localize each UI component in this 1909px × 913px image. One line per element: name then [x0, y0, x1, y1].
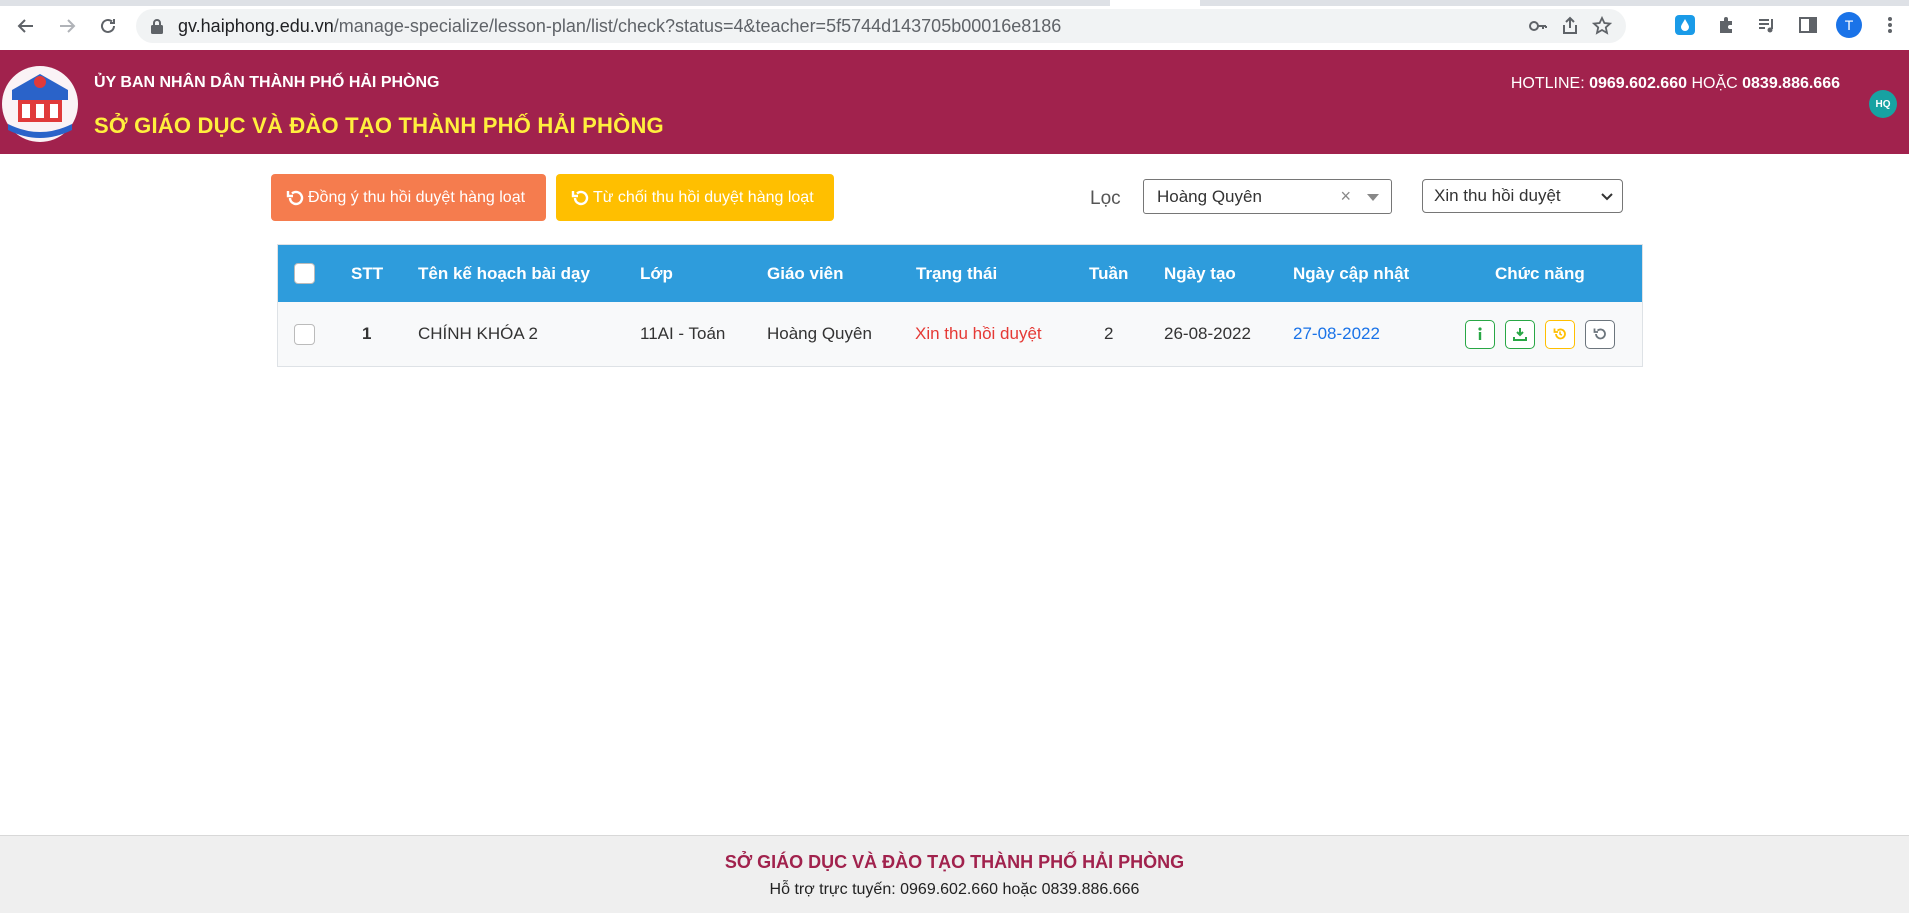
bulk-reject-recall-button[interactable]: Từ chối thu hồi duyệt hàng loạt	[556, 174, 834, 221]
caret-down-icon	[1367, 194, 1379, 201]
address-bar[interactable]: gv.haiphong.edu.vn/manage-specialize/les…	[136, 9, 1626, 43]
browser-toolbar: gv.haiphong.edu.vn/manage-specialize/les…	[0, 0, 1909, 50]
reload-icon[interactable]	[94, 12, 122, 40]
download-icon	[1513, 328, 1527, 341]
select-all-checkbox-cell	[294, 245, 315, 302]
header-teacher: Giáo viên	[767, 263, 844, 283]
teacher-filter-value: Hoàng Quyên	[1157, 186, 1262, 206]
row-week: 2	[1104, 324, 1114, 343]
header-stt: STT	[351, 263, 384, 283]
forward-icon[interactable]	[53, 12, 81, 40]
row-actions	[1465, 302, 1625, 366]
info-icon	[1478, 327, 1482, 340]
approve-recall-button[interactable]	[1545, 319, 1575, 349]
lesson-plan-table: STT Tên kế hoạch bài dạy Lớp Giáo viên T…	[277, 244, 1643, 367]
site-footer: SỞ GIÁO DỤC VÀ ĐÀO TẠO THÀNH PHỐ HẢI PHÒ…	[0, 835, 1909, 913]
hotline-or: HOẶC	[1691, 75, 1738, 92]
row-checkbox-cell	[294, 302, 315, 366]
share-icon[interactable]	[1560, 16, 1580, 36]
side-panel-icon[interactable]	[1795, 12, 1821, 38]
header-status: Trạng thái	[916, 263, 998, 283]
status-filter-select[interactable]: Xin thu hồi duyệt	[1422, 179, 1623, 213]
teacher-filter-select[interactable]: Hoàng Quyên ×	[1143, 179, 1392, 214]
undo-icon	[571, 190, 589, 205]
header-class: Lớp	[640, 263, 673, 283]
view-info-button[interactable]	[1465, 319, 1495, 349]
bulk-approve-recall-button[interactable]: Đồng ý thu hồi duyệt hàng loạt	[271, 174, 546, 221]
hotline-label: HOTLINE:	[1510, 75, 1585, 92]
chevron-down-icon	[1601, 193, 1613, 201]
user-avatar[interactable]: HQ	[1869, 90, 1897, 118]
org-main-title: SỞ GIÁO DỤC VÀ ĐÀO TẠO THÀNH PHỐ HẢI PHÒ…	[94, 113, 664, 138]
header-week: Tuần	[1089, 263, 1129, 283]
footer-support: Hỗ trợ trực tuyến: 0969.602.660 hoặc 083…	[769, 881, 1140, 898]
bulk-approve-label: Đồng ý thu hồi duyệt hàng loạt	[308, 188, 526, 206]
active-tab-edge	[1110, 0, 1200, 6]
row-stt: 1	[362, 324, 372, 343]
extension-drop-icon[interactable]	[1672, 12, 1698, 38]
hotline-number-2: 0839.886.666	[1742, 75, 1840, 92]
row-updated: 27-08-2022	[1293, 324, 1380, 343]
extensions-puzzle-icon[interactable]	[1713, 12, 1739, 38]
reject-recall-button[interactable]	[1585, 319, 1615, 349]
clear-icon[interactable]: ×	[1340, 186, 1351, 207]
profile-avatar[interactable]: T	[1836, 12, 1862, 38]
key-icon[interactable]	[1528, 16, 1548, 36]
row-status: Xin thu hồi duyệt	[915, 324, 1042, 343]
media-queue-icon[interactable]	[1754, 12, 1780, 38]
undo-icon	[1593, 328, 1606, 340]
header-name: Tên kế hoạch bài dạy	[418, 263, 590, 283]
row-checkbox[interactable]	[294, 323, 315, 345]
org-parent-title: ỦY BAN NHÂN DÂN THÀNH PHỐ HẢI PHÒNG	[94, 74, 440, 91]
history-icon	[1553, 328, 1566, 340]
hotline: HOTLINE: 0969.602.660 HOẶC 0839.886.666	[1511, 75, 1840, 93]
header-actions: Chức năng	[1495, 263, 1585, 283]
download-button[interactable]	[1505, 319, 1535, 349]
row-name: CHÍNH KHÓA 2	[418, 324, 538, 343]
footer-title: SỞ GIÁO DỤC VÀ ĐÀO TẠO THÀNH PHỐ HẢI PHÒ…	[724, 852, 1185, 872]
header-created: Ngày tạo	[1164, 263, 1236, 283]
site-header: ỦY BAN NHÂN DÂN THÀNH PHỐ HẢI PHÒNG SỞ G…	[0, 50, 1909, 154]
lock-icon	[151, 19, 163, 34]
undo-icon	[286, 190, 304, 205]
page: gv.haiphong.edu.vn/manage-specialize/les…	[0, 0, 1909, 913]
bulk-reject-label: Từ chối thu hồi duyệt hàng loạt	[593, 188, 814, 206]
select-all-checkbox[interactable]	[294, 263, 315, 284]
back-icon[interactable]	[12, 12, 40, 40]
row-class: 11AI - Toán	[640, 324, 726, 343]
table-row: 1 CHÍNH KHÓA 2 11AI - Toán Hoàng Quyên X…	[278, 302, 1642, 366]
hotline-number-1: 0969.602.660	[1589, 75, 1687, 92]
row-teacher: Hoàng Quyên	[767, 324, 872, 343]
header-updated: Ngày cập nhật	[1293, 263, 1410, 283]
table-header: STT Tên kế hoạch bài dạy Lớp Giáo viên T…	[278, 245, 1642, 302]
more-menu-icon[interactable]	[1877, 12, 1903, 38]
status-filter-value: Xin thu hồi duyệt	[1434, 186, 1561, 205]
department-logo-icon[interactable]	[0, 60, 80, 144]
row-created: 26-08-2022	[1164, 324, 1251, 343]
bookmark-star-icon[interactable]	[1592, 16, 1612, 36]
tab-strip	[0, 0, 1909, 6]
filter-label: Lọc	[1090, 188, 1121, 209]
url-path: /manage-specialize/lesson-plan/list/chec…	[333, 15, 1062, 36]
url-host: gv.haiphong.edu.vn	[178, 15, 334, 36]
